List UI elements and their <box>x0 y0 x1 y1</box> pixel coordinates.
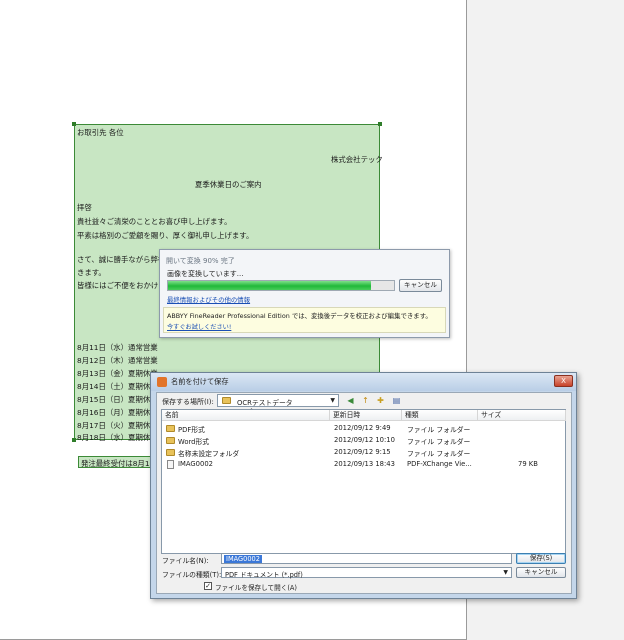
open-after-save-checkbox[interactable]: ✓ <box>204 582 212 590</box>
doc-line: さて、誠に勝手ながら弊社 <box>77 255 166 264</box>
doc-line: 8月15日（日）夏期休業 <box>77 395 158 404</box>
file-date: 2012/09/12 9:15 <box>334 448 391 456</box>
doc-line: 株式会社テック <box>331 155 383 164</box>
location-value: OCRテストデータ <box>237 399 293 407</box>
resize-handle[interactable] <box>72 438 76 442</box>
doc-line: 8月13日（金）夏期休業 <box>77 369 158 378</box>
file-name: IMAG0002 <box>178 460 213 468</box>
stage: お取引先 各位 株式会社テック 夏季休業日のご案内 拝啓 貴社益々ご清栄のことと… <box>0 0 624 640</box>
doc-line: お取引先 各位 <box>77 128 124 137</box>
dialog-body: 保存する場所(I): OCRテストデータ ▼ ◀ ↑ ✚ ▤ 名前 ˄ 更新日時… <box>156 392 572 594</box>
dialog-titlebar[interactable]: 名前を付けて保存 X <box>151 373 576 391</box>
cancel-button[interactable]: キャンセル <box>516 567 566 578</box>
save-as-dialog: 名前を付けて保存 X 保存する場所(I): OCRテストデータ ▼ ◀ ↑ ✚ … <box>150 372 577 599</box>
up-folder-icon[interactable]: ↑ <box>360 395 371 406</box>
close-button[interactable]: X <box>554 375 573 387</box>
doc-line: 8月18日（水）夏期休業 <box>77 433 158 442</box>
open-after-save-label[interactable]: ファイルを保存して開く(A) <box>215 582 297 592</box>
save-button[interactable]: 保存(S) <box>516 553 566 564</box>
progress-title: 開いて変換 90% 完了 <box>166 257 235 265</box>
file-size: 79 KB <box>518 460 538 468</box>
file-name: Word形式 <box>178 438 210 446</box>
filetype-value: PDF ドキュメント (*.pdf) <box>225 571 303 579</box>
column-label: 名前 <box>165 411 179 419</box>
ocr-text-region-footer[interactable]: 発注最終受付は8月11 <box>78 456 154 468</box>
doc-line: 皆様にはご不便をおかけい <box>77 281 166 290</box>
doc-line: 発注最終受付は8月11 <box>81 459 155 468</box>
folder-icon <box>166 449 175 456</box>
info-panel: ABBYY FineReader Professional Edition では… <box>163 307 446 333</box>
location-label: 保存する場所(I): <box>162 398 214 406</box>
doc-line: 8月14日（土）夏期休業 <box>77 382 158 391</box>
sort-up-icon: ˄ <box>250 408 253 415</box>
progress-status: 画像を変換しています... <box>167 270 244 278</box>
doc-line: 8月16日（月）夏期休業 <box>77 408 158 417</box>
filetype-dropdown[interactable]: PDF ドキュメント (*.pdf) ▼ <box>221 567 512 579</box>
chevron-down-icon: ▼ <box>503 569 508 576</box>
file-date: 2012/09/12 9:49 <box>334 424 391 432</box>
filetype-label: ファイルの種類(T): <box>162 571 222 579</box>
file-row[interactable]: IMAG0002 2012/09/13 18:43 PDF-XChange Vi… <box>162 459 565 471</box>
progress-bar <box>167 280 395 291</box>
try-now-link[interactable]: 今すぐお試しください! <box>167 322 231 331</box>
file-type: ファイル フォルダー <box>407 438 471 446</box>
file-date: 2012/09/13 18:43 <box>334 460 395 468</box>
file-list[interactable]: 名前 ˄ 更新日時 種類 サイズ PDF形式 2012/09/12 9:49 フ… <box>161 408 566 554</box>
column-label: サイズ <box>481 411 502 419</box>
folder-icon <box>166 437 175 444</box>
file-name: 名称未設定フォルダ <box>178 450 240 458</box>
location-dropdown[interactable]: OCRテストデータ ▼ <box>217 394 339 407</box>
column-header-name[interactable]: 名前 ˄ <box>162 408 330 421</box>
file-name: PDF形式 <box>178 426 205 434</box>
doc-line: 拝啓 <box>77 203 92 212</box>
doc-line: 平素は格別のご愛顧を賜り、厚く御礼申し上げます。 <box>77 231 254 240</box>
file-row[interactable]: 名称未設定フォルダ 2012/09/12 9:15 ファイル フォルダー <box>162 447 565 459</box>
info-text: ABBYY FineReader Professional Edition では… <box>167 312 432 320</box>
doc-line: 貴社益々ご清栄のこととお喜び申し上げます。 <box>77 217 232 226</box>
file-type: ファイル フォルダー <box>407 426 471 434</box>
folder-icon <box>222 397 231 404</box>
file-type: ファイル フォルダー <box>407 450 471 458</box>
file-row[interactable]: PDF形式 2012/09/12 9:49 ファイル フォルダー <box>162 423 565 435</box>
resize-handle[interactable] <box>72 122 76 126</box>
dialog-title: 名前を付けて保存 <box>171 377 229 386</box>
filename-label: ファイル名(N): <box>162 557 209 565</box>
column-header-type[interactable]: 種類 <box>402 410 478 421</box>
doc-line: 8月11日（水）通常営業 <box>77 343 158 352</box>
file-date: 2012/09/12 10:10 <box>334 436 395 444</box>
doc-line: きます。 <box>77 268 106 277</box>
column-header-size[interactable]: サイズ <box>478 410 566 421</box>
app-icon <box>157 377 167 387</box>
doc-line: 夏季休業日のご案内 <box>195 180 262 189</box>
doc-line: 8月17日（火）夏期休業 <box>77 421 158 430</box>
chevron-down-icon: ▼ <box>330 397 335 404</box>
progress-dialog: 開いて変換 90% 完了 画像を変換しています... キャンセル 最終情報および… <box>159 249 450 338</box>
filename-input[interactable]: IMAG0002 <box>221 553 512 564</box>
filename-value: IMAG0002 <box>224 555 262 563</box>
pdf-file-icon <box>167 460 174 469</box>
folder-icon <box>166 425 175 432</box>
progress-bar-fill <box>168 281 372 290</box>
column-label: 種類 <box>405 411 419 419</box>
new-folder-icon[interactable]: ✚ <box>375 395 386 406</box>
file-type: PDF-XChange Vie... <box>407 460 472 468</box>
column-label: 更新日時 <box>333 411 361 419</box>
view-menu-icon[interactable]: ▤ <box>391 395 402 406</box>
column-header-date[interactable]: 更新日時 <box>330 410 402 421</box>
info-link[interactable]: 最終情報およびその他の情報 <box>167 295 250 304</box>
back-icon[interactable]: ◀ <box>345 395 356 406</box>
resize-handle[interactable] <box>378 122 382 126</box>
cancel-button[interactable]: キャンセル <box>399 279 442 292</box>
doc-line: 8月12日（木）通常営業 <box>77 356 158 365</box>
file-row[interactable]: Word形式 2012/09/12 10:10 ファイル フォルダー <box>162 435 565 447</box>
